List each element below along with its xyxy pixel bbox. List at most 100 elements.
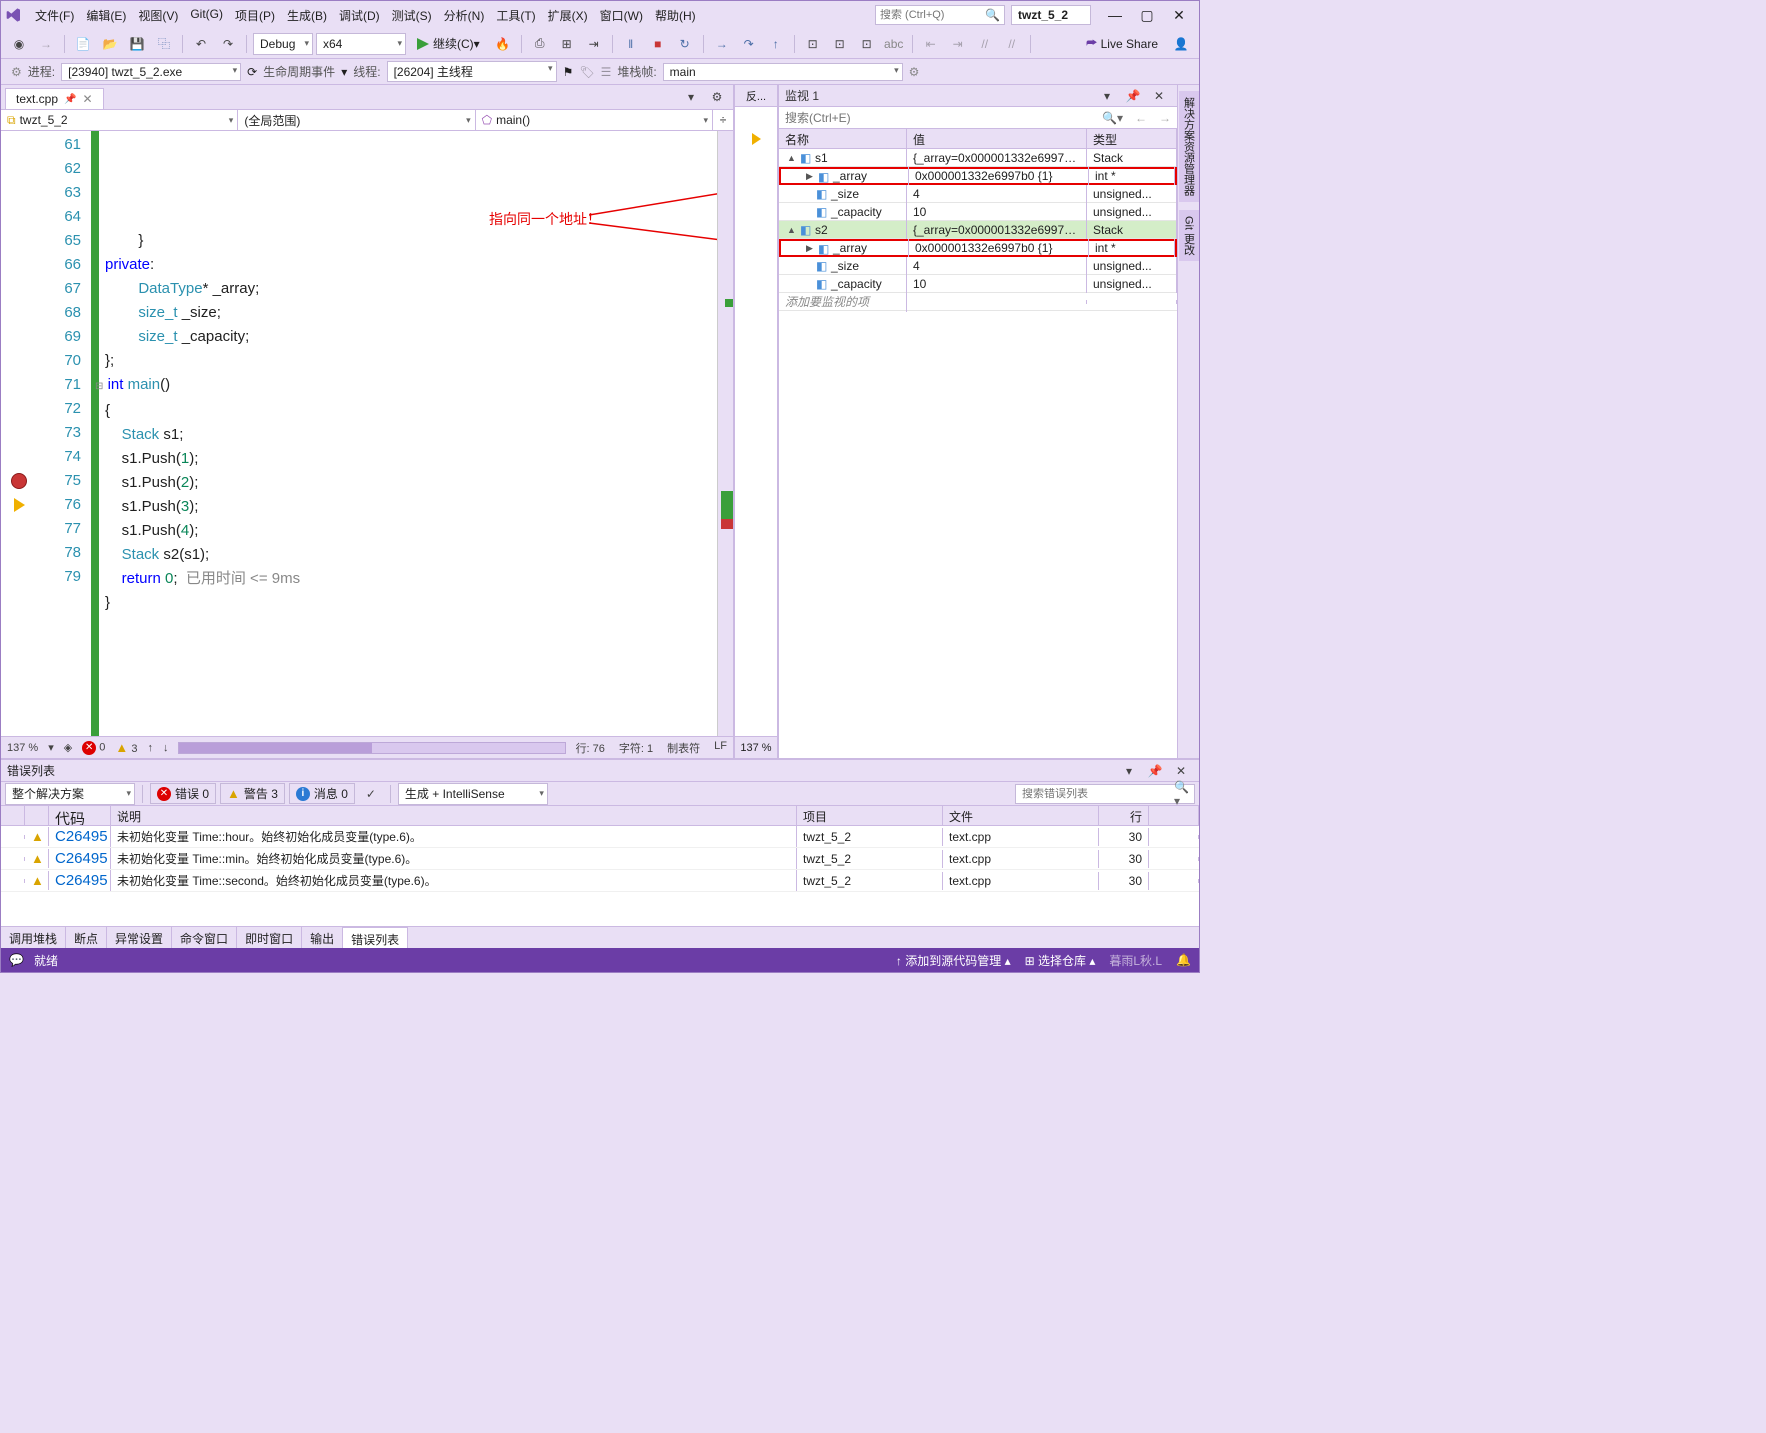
redo-icon[interactable]: ↷	[216, 32, 240, 56]
side-tab-solution-explorer[interactable]: 解决方案资源管理器	[1179, 91, 1199, 202]
repo-button[interactable]: ⊞ 选择仓库 ▴	[1025, 952, 1096, 969]
watch-search-input[interactable]	[779, 111, 1096, 125]
watch-row[interactable]: ▶_array0x000001332e6997b0 {1}int *	[779, 239, 1177, 257]
menu-item[interactable]: 扩展(X)	[542, 3, 594, 28]
save-all-icon[interactable]: ⿻	[152, 32, 176, 56]
undo-icon[interactable]: ↶	[189, 32, 213, 56]
build-source-select[interactable]: 生成 + IntelliSense	[398, 783, 548, 805]
panel-menu-icon[interactable]: ▾	[1095, 85, 1119, 108]
bottom-tab[interactable]: 命令窗口	[172, 927, 237, 948]
bottom-tab[interactable]: 调用堆栈	[1, 927, 66, 948]
watch-row[interactable]: ▲s2{_array=0x000001332e6997b0 {...Stack	[779, 221, 1177, 239]
outdent-icon[interactable]: ⇥	[946, 32, 970, 56]
breakpoint-icon[interactable]	[11, 473, 27, 489]
feedback-icon[interactable]: 💬	[9, 953, 24, 967]
menu-item[interactable]: Git(G)	[184, 3, 229, 28]
step-icon[interactable]: ⎙	[528, 32, 552, 56]
watch-add-row[interactable]: 添加要监视的项	[779, 293, 1177, 311]
error-scope-select[interactable]: 整个解决方案	[5, 783, 135, 805]
search-next-icon[interactable]: →	[1153, 111, 1177, 125]
watch-header-type[interactable]: 类型	[1087, 129, 1177, 148]
indent-icon[interactable]: ⇤	[919, 32, 943, 56]
stop-icon[interactable]: ■	[646, 32, 670, 56]
global-search[interactable]: 🔍	[875, 5, 1005, 25]
uncomment-icon[interactable]: //	[1000, 32, 1024, 56]
minimize-button[interactable]: —	[1099, 3, 1131, 27]
process-select[interactable]: [23940] twzt_5_2.exe	[61, 63, 241, 81]
bottom-tab[interactable]: 错误列表	[343, 927, 408, 948]
nav-back-icon[interactable]: ◉	[7, 32, 31, 56]
save-icon[interactable]: 💾	[125, 32, 149, 56]
t3-icon[interactable]: ⊡	[855, 32, 879, 56]
menu-item[interactable]: 调试(D)	[333, 3, 386, 28]
search-prev-icon[interactable]: ←	[1129, 111, 1153, 125]
menu-item[interactable]: 测试(S)	[386, 3, 438, 28]
config-select[interactable]: Debug	[253, 33, 313, 55]
notif-icon[interactable]: 🔔	[1176, 953, 1191, 967]
step-out-icon[interactable]: ↑	[764, 32, 788, 56]
step-over-icon[interactable]: ↷	[737, 32, 761, 56]
messages-pill[interactable]: i消息 0	[289, 783, 355, 804]
menu-item[interactable]: 帮助(H)	[649, 3, 702, 28]
nav-fwd-icon[interactable]: →	[34, 32, 58, 56]
side-tab-git-changes[interactable]: Git 更改	[1179, 210, 1199, 261]
tab-text-cpp[interactable]: text.cpp 📌 ✕	[5, 88, 104, 109]
menu-item[interactable]: 窗口(W)	[594, 3, 649, 28]
watch-row[interactable]: ▲s1{_array=0x000001332e6997b0 {...Stack	[779, 149, 1177, 167]
stackframe-select[interactable]: main	[663, 63, 903, 81]
bottom-tab[interactable]: 断点	[66, 927, 107, 948]
platform-select[interactable]: x64	[316, 33, 406, 55]
continue-button[interactable]: 继续(C) ▾	[409, 33, 488, 55]
comment-icon[interactable]: //	[973, 32, 997, 56]
nav-member[interactable]: ⬠main()	[476, 110, 713, 130]
cycle-icon[interactable]: ⟳	[247, 65, 257, 79]
close-button[interactable]: ✕	[1163, 3, 1195, 27]
filter-icon[interactable]: ✓	[359, 782, 383, 806]
menu-item[interactable]: 工具(T)	[490, 3, 541, 28]
warnings-pill[interactable]: ▲警告 3	[220, 783, 285, 804]
bottom-tab[interactable]: 异常设置	[107, 927, 172, 948]
menu-item[interactable]: 文件(F)	[29, 3, 80, 28]
gear-icon[interactable]: ⚙	[705, 85, 729, 109]
menu-item[interactable]: 视图(V)	[132, 3, 184, 28]
t4-icon[interactable]: abc	[882, 32, 906, 56]
threads-icon[interactable]: ⊞	[555, 32, 579, 56]
watch-header-value[interactable]: 值	[907, 129, 1087, 148]
watch-row[interactable]: _size4unsigned...	[779, 185, 1177, 203]
maximize-button[interactable]: ▢	[1131, 3, 1163, 27]
pin-icon[interactable]: 📌	[64, 94, 76, 105]
step-into-icon[interactable]: →	[710, 32, 734, 56]
account-icon[interactable]: 👤	[1169, 32, 1193, 56]
thread-select[interactable]: [26204] 主线程	[387, 61, 557, 82]
t1-icon[interactable]: ⊡	[801, 32, 825, 56]
watch-row[interactable]: _size4unsigned...	[779, 257, 1177, 275]
down-icon[interactable]: ↓	[163, 742, 169, 754]
error-row[interactable]: ▲C26495未初始化变量 Time::min。始终初始化成员变量(type.6…	[1, 848, 1199, 870]
bookmark-icon[interactable]: 🏷	[579, 65, 594, 79]
error-row[interactable]: ▲C26495未初始化变量 Time::hour。始终初始化成员变量(type.…	[1, 826, 1199, 848]
view-icon[interactable]: ☰	[601, 65, 612, 79]
menu-item[interactable]: 项目(P)	[229, 3, 281, 28]
watch-header-name[interactable]: 名称	[779, 129, 907, 148]
new-file-icon[interactable]: 📄	[71, 32, 95, 56]
search-go-icon[interactable]: 🔍▾	[1096, 111, 1129, 125]
watch-row[interactable]: _capacity10unsigned...	[779, 203, 1177, 221]
menu-item[interactable]: 编辑(E)	[80, 3, 132, 28]
global-search-input[interactable]	[880, 9, 985, 21]
flag-icon[interactable]: ⚑	[563, 65, 574, 79]
error-row[interactable]: ▲C26495未初始化变量 Time::second。始终初始化成员变量(typ…	[1, 870, 1199, 892]
nav-project[interactable]: ⧉twzt_5_2	[1, 110, 238, 130]
panel-pin-icon[interactable]: 📌	[1121, 85, 1145, 108]
hotreload-icon[interactable]: 🔥	[491, 32, 515, 56]
menu-item[interactable]: 分析(N)	[438, 3, 491, 28]
up-icon[interactable]: ↑	[147, 742, 153, 754]
t2-icon[interactable]: ⊡	[828, 32, 852, 56]
restart-icon[interactable]: ↻	[673, 32, 697, 56]
pause-icon[interactable]: ‖	[619, 32, 643, 56]
dropdown-icon[interactable]: ▾	[679, 85, 703, 109]
errors-pill[interactable]: ✕错误 0	[150, 783, 216, 804]
live-share-button[interactable]: ⮫ Live Share	[1078, 33, 1166, 55]
next-icon[interactable]: ⇥	[582, 32, 606, 56]
open-icon[interactable]: 📂	[98, 32, 122, 56]
error-search-input[interactable]	[1016, 788, 1170, 800]
